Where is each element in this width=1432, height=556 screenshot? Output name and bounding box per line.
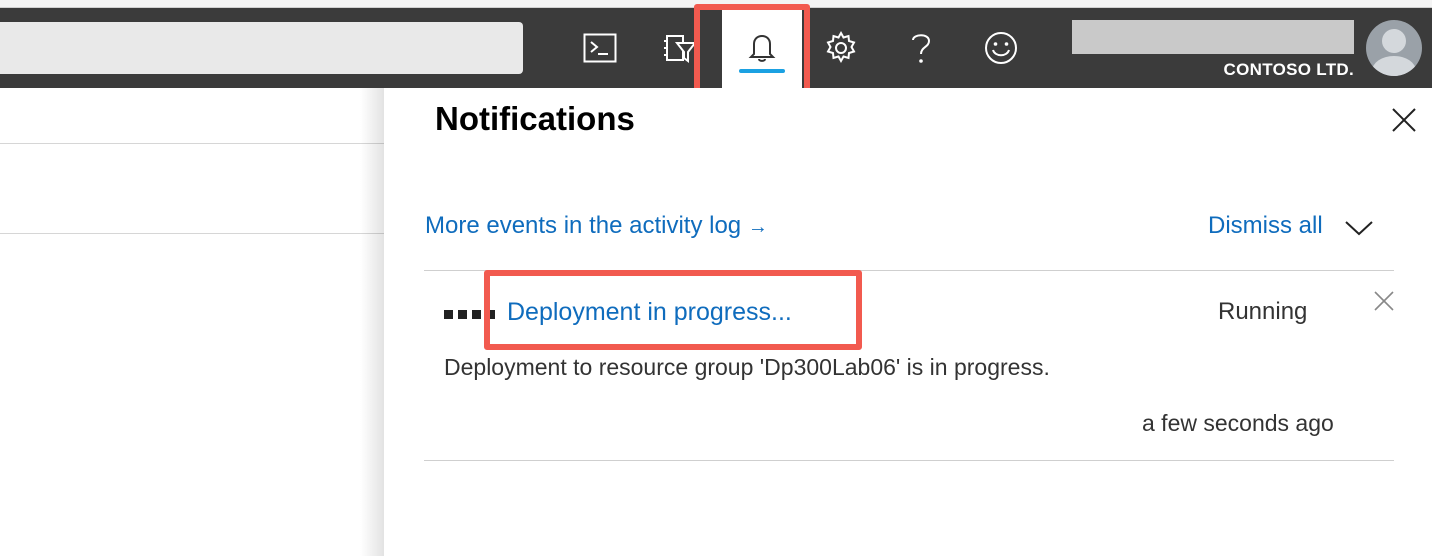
divider	[424, 270, 1394, 271]
feedback-smiley-icon	[985, 32, 1017, 64]
settings-button[interactable]	[801, 8, 881, 88]
close-icon[interactable]	[1390, 106, 1418, 134]
tenant-name[interactable]: CONTOSO LTD.	[1224, 60, 1354, 80]
account-name-redacted[interactable]	[1072, 20, 1354, 54]
feedback-button[interactable]	[961, 8, 1041, 88]
progress-dots-icon	[444, 310, 495, 319]
background-blade	[0, 88, 384, 556]
activity-log-link-text: More events in the activity log	[425, 212, 742, 239]
panel-title: Notifications	[435, 100, 635, 137]
divider	[0, 233, 384, 234]
progress-dot	[486, 310, 495, 319]
arrow-right-icon: →	[747, 216, 768, 238]
progress-dot	[458, 310, 467, 319]
portal-top-bar: CONTOSO LTD.	[0, 8, 1432, 88]
directory-filter-button[interactable]	[640, 8, 720, 88]
directory-filter-icon	[664, 35, 697, 63]
help-button[interactable]	[881, 8, 961, 88]
notification-status: Running	[1218, 298, 1308, 325]
avatar-head	[1382, 29, 1406, 53]
close-notification-icon[interactable]	[1373, 290, 1395, 312]
notification-description: Deployment to resource group 'Dp300Lab06…	[444, 354, 1050, 380]
chevron-down-icon[interactable]	[1344, 219, 1374, 237]
progress-dot	[472, 310, 481, 319]
cloud-shell-icon	[583, 33, 617, 63]
progress-dot	[444, 310, 453, 319]
dismiss-all-button[interactable]: Dismiss all	[1208, 212, 1323, 240]
settings-gear-icon	[826, 30, 856, 64]
global-search-box[interactable]	[0, 22, 523, 74]
avatar[interactable]	[1366, 20, 1422, 76]
notifications-panel: Notifications More events in the activit…	[384, 88, 1432, 556]
notifications-bell-icon	[748, 34, 776, 62]
divider	[0, 143, 384, 144]
help-icon	[912, 34, 931, 63]
notification-title-link[interactable]: Deployment in progress...	[507, 298, 792, 327]
cloud-shell-button[interactable]	[560, 8, 640, 88]
notification-timestamp: a few seconds ago	[1142, 410, 1334, 436]
active-indicator	[739, 69, 785, 73]
divider	[424, 460, 1394, 461]
panel-shadow	[360, 88, 386, 556]
notifications-button[interactable]	[722, 8, 802, 88]
browser-top-strip	[0, 0, 1432, 8]
avatar-body	[1372, 56, 1416, 76]
activity-log-link[interactable]: More events in the activity log →	[425, 212, 768, 240]
